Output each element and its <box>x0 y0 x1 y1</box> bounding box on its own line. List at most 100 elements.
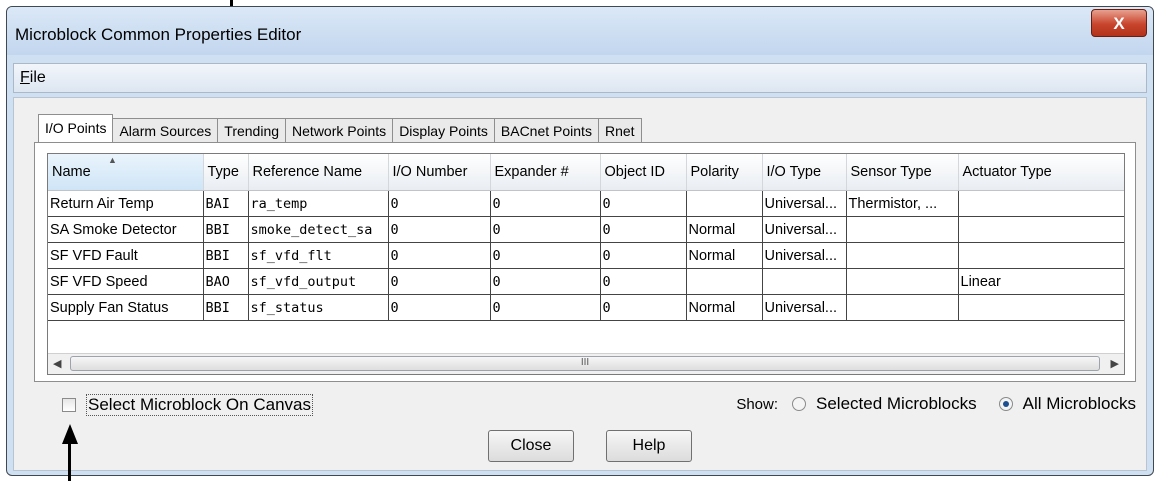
radio-all-microblocks[interactable] <box>998 397 1013 411</box>
cell-io-type[interactable]: Universal... <box>762 190 847 217</box>
cell-expander[interactable]: 0 <box>490 190 601 217</box>
cell-polarity[interactable]: Normal <box>686 216 763 243</box>
cell-type[interactable]: BAO <box>203 268 249 295</box>
table-row[interactable]: Return Air Temp BAI ra_temp 0 0 0 Univer… <box>48 190 1124 217</box>
cell-actuator-type[interactable] <box>958 190 1124 217</box>
column-header-polarity[interactable]: Polarity <box>686 154 763 191</box>
cell-io-type[interactable] <box>762 268 847 295</box>
cell-io-type[interactable]: Universal... <box>762 294 847 321</box>
radio-selected-microblocks-label[interactable]: Selected Microblocks <box>816 394 977 414</box>
sort-ascending-icon: ▲ <box>108 155 117 165</box>
cell-reference-name[interactable]: sf_vfd_flt <box>248 242 389 269</box>
cell-actuator-type[interactable] <box>958 294 1124 321</box>
column-header-object-id[interactable]: Object ID <box>600 154 687 191</box>
tab-rnet[interactable]: Rnet <box>597 118 642 142</box>
close-window-button[interactable]: X <box>1091 9 1147 37</box>
table-row[interactable]: SF VFD Fault BBI sf_vfd_flt 0 0 0 Normal… <box>48 242 1124 269</box>
close-button[interactable]: Close <box>488 430 574 462</box>
tab-panel: ▲ Name Type Reference Name I/O Number Exp… <box>34 142 1136 382</box>
cell-sensor-type[interactable] <box>846 268 959 295</box>
tab-bacnet-points[interactable]: BACnet Points <box>493 118 599 142</box>
show-label: Show: <box>736 395 779 413</box>
cell-type[interactable]: BBI <box>203 294 249 321</box>
column-header-reference-name[interactable]: Reference Name <box>248 154 389 191</box>
cell-actuator-type[interactable] <box>958 242 1124 269</box>
select-on-canvas-label[interactable]: Select Microblock On Canvas <box>86 394 313 416</box>
cell-io-number[interactable]: 0 <box>388 268 491 295</box>
cell-expander[interactable]: 0 <box>490 294 601 321</box>
cell-object-id[interactable]: 0 <box>600 294 687 321</box>
cell-type[interactable]: BAI <box>203 190 249 217</box>
cell-actuator-type[interactable]: Linear <box>958 268 1124 295</box>
cell-reference-name[interactable]: smoke_detect_sa <box>248 216 389 243</box>
cell-io-number[interactable]: 0 <box>388 216 491 243</box>
cell-object-id[interactable]: 0 <box>600 268 687 295</box>
cell-io-number[interactable]: 0 <box>388 294 491 321</box>
cell-sensor-type[interactable]: Thermistor, ... <box>846 190 959 217</box>
tab-display-points[interactable]: Display Points <box>392 118 495 142</box>
horizontal-scrollbar[interactable]: ◀ III ▶ <box>48 353 1124 374</box>
menu-bar: File <box>13 63 1147 93</box>
column-header-expander[interactable]: Expander # <box>490 154 601 191</box>
cell-sensor-type[interactable] <box>846 242 959 269</box>
column-header-type[interactable]: Type <box>203 154 249 191</box>
tab-trending[interactable]: Trending <box>217 118 287 142</box>
tab-strip: I/O Points Alarm Sources Trending Networ… <box>38 114 642 142</box>
dialog-client-area: I/O Points Alarm Sources Trending Networ… <box>13 97 1147 471</box>
table-header-row: ▲ Name Type Reference Name I/O Number Exp… <box>48 154 1124 191</box>
cell-reference-name[interactable]: sf_vfd_output <box>248 268 389 295</box>
scrollbar-thumb[interactable]: III <box>70 356 1100 371</box>
cell-expander[interactable]: 0 <box>490 216 601 243</box>
cell-io-type[interactable]: Universal... <box>762 242 847 269</box>
cell-reference-name[interactable]: ra_temp <box>248 190 389 217</box>
help-button[interactable]: Help <box>606 430 692 462</box>
select-on-canvas-row: Select Microblock On Canvas <box>62 394 313 416</box>
scroll-right-icon[interactable]: ▶ <box>1111 357 1119 370</box>
radio-all-microblocks-label[interactable]: All Microblocks <box>1023 394 1136 414</box>
cell-actuator-type[interactable] <box>958 216 1124 243</box>
column-header-actuator-type[interactable]: Actuator Type <box>958 154 1124 191</box>
cell-expander[interactable]: 0 <box>490 268 601 295</box>
select-on-canvas-checkbox[interactable] <box>62 398 76 412</box>
cell-type[interactable]: BBI <box>203 216 249 243</box>
cell-sensor-type[interactable] <box>846 294 959 321</box>
cell-io-number[interactable]: 0 <box>388 242 491 269</box>
column-header-name[interactable]: ▲ Name <box>48 154 204 191</box>
window-title: Microblock Common Properties Editor <box>15 25 302 44</box>
table-row[interactable]: Supply Fan Status BBI sf_status 0 0 0 No… <box>48 294 1124 321</box>
cell-polarity[interactable]: Normal <box>686 242 763 269</box>
scroll-left-icon[interactable]: ◀ <box>53 357 61 370</box>
cell-object-id[interactable]: 0 <box>600 190 687 217</box>
cell-type[interactable]: BBI <box>203 242 249 269</box>
cell-name[interactable]: SA Smoke Detector <box>48 216 204 243</box>
tab-alarm-sources[interactable]: Alarm Sources <box>112 118 219 142</box>
title-bar: Microblock Common Properties Editor X <box>7 7 1153 55</box>
tab-network-points[interactable]: Network Points <box>285 118 394 142</box>
cell-expander[interactable]: 0 <box>490 242 601 269</box>
io-points-table: ▲ Name Type Reference Name I/O Number Exp… <box>48 154 1124 321</box>
cell-name[interactable]: SF VFD Speed <box>48 268 204 295</box>
radio-selected-microblocks[interactable] <box>792 397 807 411</box>
cell-polarity[interactable]: Normal <box>686 294 763 321</box>
menu-file-label: ile <box>29 69 46 86</box>
menu-file-mnemonic: F <box>20 69 30 86</box>
cell-reference-name[interactable]: sf_status <box>248 294 389 321</box>
table-row[interactable]: SF VFD Speed BAO sf_vfd_output 0 0 0 Lin… <box>48 268 1124 295</box>
cell-polarity[interactable] <box>686 190 763 217</box>
cell-object-id[interactable]: 0 <box>600 242 687 269</box>
menu-file[interactable]: File <box>20 69 46 87</box>
callout-arrowhead-bottom <box>62 424 78 444</box>
cell-io-type[interactable]: Universal... <box>762 216 847 243</box>
cell-sensor-type[interactable] <box>846 216 959 243</box>
cell-name[interactable]: Supply Fan Status <box>48 294 204 321</box>
cell-name[interactable]: Return Air Temp <box>48 190 204 217</box>
table-row[interactable]: SA Smoke Detector BBI smoke_detect_sa 0 … <box>48 216 1124 243</box>
cell-polarity[interactable] <box>686 268 763 295</box>
tab-io-points[interactable]: I/O Points <box>38 114 114 142</box>
column-header-sensor-type[interactable]: Sensor Type <box>846 154 959 191</box>
cell-name[interactable]: SF VFD Fault <box>48 242 204 269</box>
cell-object-id[interactable]: 0 <box>600 216 687 243</box>
cell-io-number[interactable]: 0 <box>388 190 491 217</box>
column-header-io-number[interactable]: I/O Number <box>388 154 491 191</box>
column-header-io-type[interactable]: I/O Type <box>762 154 847 191</box>
